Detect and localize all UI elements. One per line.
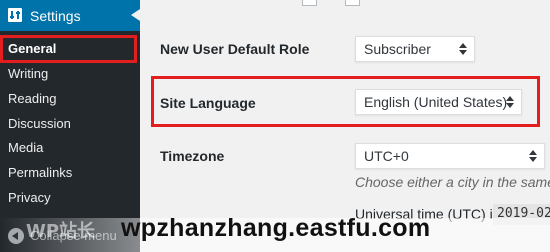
select-arrows-icon <box>529 150 537 162</box>
select-arrows-icon <box>506 96 514 108</box>
settings-menu-header[interactable]: Settings <box>0 0 140 31</box>
collapse-arrow-icon <box>8 228 24 244</box>
watermark-logo-text: WP站长 <box>26 221 96 242</box>
default-role-value: Subscriber <box>364 41 431 57</box>
sidebar-item-permalinks[interactable]: Permalinks <box>0 161 140 185</box>
site-language-label: Site Language <box>160 95 256 111</box>
settings-label: Settings <box>30 8 81 24</box>
sidebar-item-reading[interactable]: Reading <box>0 87 140 111</box>
sidebar-item-discussion[interactable]: Discussion <box>0 112 140 136</box>
anyone-register-checkbox[interactable] <box>345 0 360 6</box>
sidebar-item-general[interactable]: General <box>0 37 140 61</box>
timezone-value: UTC+0 <box>364 148 409 164</box>
sidebar-item-privacy[interactable]: Privacy <box>0 186 140 210</box>
admin-sidebar: Settings General Writing Reading Discuss… <box>0 0 140 252</box>
utc-time-value: 2019-02- <box>493 204 550 225</box>
site-language-value: English (United States) <box>364 94 508 110</box>
timezone-hint: Choose either a city in the same ti <box>355 174 550 190</box>
default-role-select[interactable]: Subscriber <box>355 36 475 62</box>
site-language-select[interactable]: English (United States) <box>355 89 522 115</box>
settings-sliders-icon <box>8 8 22 22</box>
select-arrows-icon <box>459 43 467 55</box>
default-role-label: New User Default Role <box>160 41 310 57</box>
timezone-select[interactable]: UTC+0 <box>355 143 545 169</box>
membership-checkbox[interactable] <box>302 0 317 6</box>
current-menu-pointer <box>131 9 140 21</box>
sidebar-item-writing[interactable]: Writing <box>0 62 140 86</box>
sidebar-item-media[interactable]: Media <box>0 136 140 160</box>
watermark-url: wpzhanzhang.eastfu.com <box>121 214 431 242</box>
timezone-label: Timezone <box>160 148 225 164</box>
